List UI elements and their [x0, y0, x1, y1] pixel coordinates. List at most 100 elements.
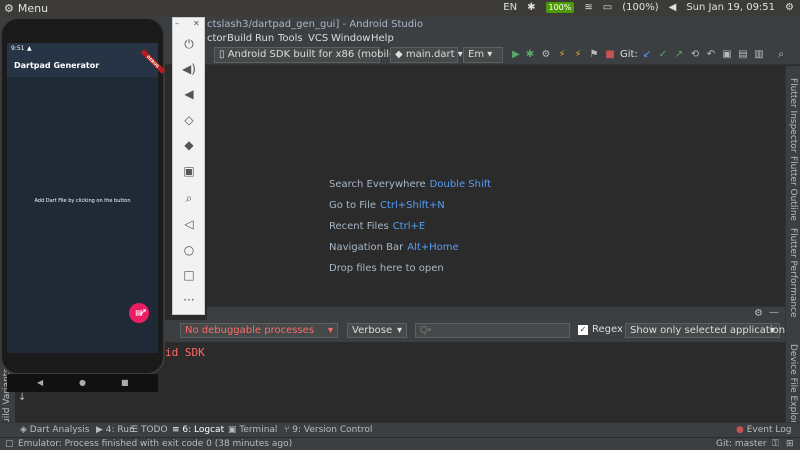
hot-restart-icon[interactable]: ⚡	[572, 49, 584, 61]
rotate-left-icon[interactable]: ◇	[181, 112, 197, 128]
stop-icon[interactable]: ■	[604, 49, 616, 61]
attach-debugger-icon[interactable]: ⚙	[540, 49, 552, 61]
git-commit-icon[interactable]: ✓	[657, 49, 669, 61]
editor-empty-area[interactable]: Search Everywhere Double Shift Go to File…	[207, 66, 785, 306]
git-branch[interactable]: Git: master	[716, 439, 767, 449]
tab-logcat[interactable]: ≡ 6: Logcat	[172, 425, 224, 435]
android-overview-icon[interactable]: ■	[121, 378, 129, 387]
battery-chip: 100%	[545, 2, 575, 13]
warning-icon: ▲	[27, 45, 32, 52]
logcat-search-input[interactable]	[415, 323, 570, 338]
log-level-selector[interactable]: Verbose ▾	[347, 323, 407, 338]
hint-label: Navigation Bar	[329, 242, 404, 253]
close-emulator-icon[interactable]: ✕	[193, 19, 200, 28]
coverage-icon[interactable]: ⚑	[588, 49, 600, 61]
minimize-emulator-icon[interactable]: –	[175, 19, 179, 28]
more-icon[interactable]: ···	[181, 292, 197, 308]
chevron-down-icon: ▾	[454, 49, 463, 60]
menu-item-run[interactable]: Run	[255, 33, 274, 44]
process-selector[interactable]: No debuggable processes ▾	[180, 323, 338, 338]
memory-icon[interactable]: ⊞	[786, 439, 794, 449]
event-log-label: Event Log	[746, 425, 792, 435]
hint-label: Drop files here to open	[329, 263, 444, 274]
tab-label: 6: Logcat	[182, 425, 225, 435]
git-push-icon[interactable]: ↗	[673, 49, 685, 61]
minimize-icon[interactable]: —	[769, 307, 779, 318]
tool-window-flutter-performance[interactable]: Flutter Performance	[788, 228, 798, 318]
sdk-manager-icon[interactable]: ▣	[721, 49, 733, 61]
tool-window-flutter-inspector[interactable]: Flutter Inspector	[788, 78, 798, 153]
regex-label: Regex	[592, 324, 623, 335]
debug-icon[interactable]: ✱	[524, 49, 536, 61]
regex-checkbox[interactable]: ✓	[578, 324, 588, 335]
android-nav-bar: ◀ ● ■	[7, 374, 158, 392]
tab-todo[interactable]: ☰ TODO	[130, 425, 168, 435]
project-structure-icon[interactable]: ▥	[753, 49, 765, 61]
clock[interactable]: Sun Jan 19, 09:51	[686, 2, 775, 13]
tab-version-control[interactable]: ⑂ 9: Version Control	[284, 425, 372, 435]
menu-item-vcs[interactable]: VCS	[308, 33, 328, 44]
tab-run[interactable]: ▶ 4: Run	[96, 425, 135, 435]
chevron-down-icon: ▾	[396, 325, 402, 336]
power-icon[interactable]: ⏻	[181, 36, 197, 52]
home-icon[interactable]: ○	[181, 242, 197, 258]
overview-icon[interactable]: □	[181, 267, 197, 283]
logcat-icon: ≡	[172, 425, 183, 435]
scroll-down-icon[interactable]: ↓	[18, 392, 26, 403]
event-log-tab[interactable]: ● Event Log	[736, 425, 791, 435]
keyboard-indicator[interactable]: EN	[503, 2, 517, 13]
filter-selector[interactable]: Show only selected application ▾	[625, 323, 785, 338]
empty-state-message: Add Dart File by clicking on the button	[34, 198, 131, 204]
menu-item-tools[interactable]: Tools	[278, 33, 303, 44]
battery-icon[interactable]: ▭	[603, 2, 612, 13]
camera-icon[interactable]: ▣	[181, 163, 197, 179]
volume-down-icon[interactable]: ◀	[181, 86, 197, 102]
run-config-selector[interactable]: ◆ main.dart ▾	[390, 47, 463, 63]
tab-terminal[interactable]: ▣ Terminal	[228, 425, 277, 435]
wifi-icon[interactable]: ≋	[584, 2, 592, 13]
zoom-icon[interactable]: ⌕	[181, 190, 197, 206]
status-bar: ▢ Emulator: Process finished with exit c…	[0, 437, 800, 450]
menu-item-help[interactable]: Help	[371, 33, 394, 44]
git-history-icon[interactable]: ⟲	[689, 49, 701, 61]
android-home-icon[interactable]: ●	[79, 378, 86, 387]
target-selector[interactable]: Em ▾	[463, 47, 503, 63]
bluetooth-icon[interactable]: ✱	[527, 2, 535, 13]
android-back-icon[interactable]: ◀	[37, 378, 43, 387]
system-menu[interactable]: ⚙ Menu	[4, 2, 48, 15]
run-icon[interactable]: ▶	[510, 49, 522, 61]
volume-icon[interactable]: ◀	[669, 2, 677, 13]
status-icon[interactable]: ▢	[5, 439, 14, 449]
git-update-icon[interactable]: ↙	[641, 49, 653, 61]
hint-label: Recent Files	[329, 221, 389, 232]
android-status-bar: 9:51 ▲	[7, 43, 158, 55]
git-revert-icon[interactable]: ↶	[705, 49, 717, 61]
status-message[interactable]: Emulator: Process finished with exit cod…	[18, 439, 292, 449]
logcat-toolbar: No debuggable processes ▾ Verbose ▾ ✓ Re…	[165, 320, 785, 342]
run-icon: ▶	[96, 425, 106, 435]
volume-up-icon[interactable]: ◀)	[181, 61, 197, 77]
back-icon[interactable]: ◁	[181, 216, 197, 232]
dart-icon: ◆	[395, 49, 406, 60]
search-icon[interactable]: ⌕	[775, 49, 787, 61]
app-bar: Dartpad Generator DEBUG	[7, 49, 166, 77]
hint-shortcut: Alt+Home	[407, 242, 459, 253]
menu-item-window[interactable]: Window	[331, 33, 370, 44]
tab-dart-analysis[interactable]: ◈ Dart Analysis	[20, 425, 89, 435]
tab-label: 9: Version Control	[292, 425, 373, 435]
logcat-output[interactable]: id SDK	[165, 342, 785, 422]
hot-reload-icon[interactable]: ⚡	[556, 49, 568, 61]
log-level-label: Verbose	[352, 325, 393, 336]
regex-toggle[interactable]: ✓ Regex	[578, 324, 623, 335]
menu-item-build[interactable]: Build	[227, 33, 252, 44]
gear-icon[interactable]: ⚙	[785, 2, 794, 13]
lock-icon[interactable]: ⚿	[772, 439, 779, 449]
device-selector[interactable]: ▯ Android SDK built for x86 (mobile) ▾	[214, 47, 407, 63]
settings-icon[interactable]: ⚙	[754, 308, 763, 319]
tool-window-device-file-explorer[interactable]: Device File Explorer	[788, 344, 798, 433]
menu-item-refactor[interactable]: ctor	[207, 33, 227, 44]
tool-window-flutter-outline[interactable]: Flutter Outline	[788, 156, 798, 221]
rotate-right-icon[interactable]: ◆	[181, 137, 197, 153]
avd-manager-icon[interactable]: ▤	[737, 49, 749, 61]
system-menu-label: Menu	[17, 2, 49, 15]
